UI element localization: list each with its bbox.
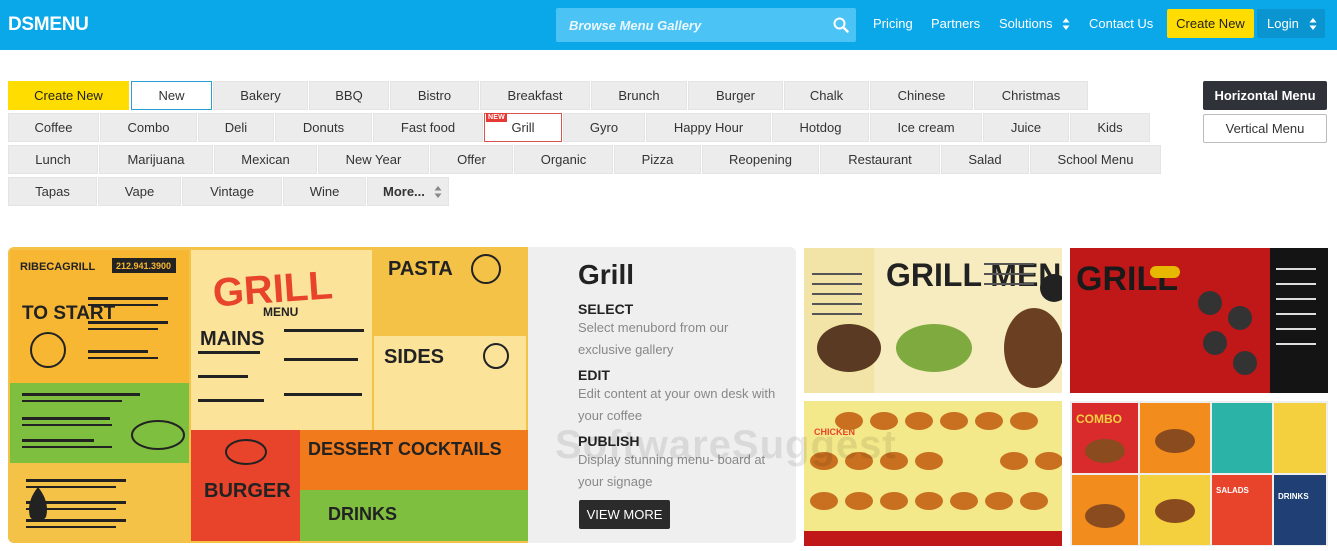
preview-mains: MAINS [200,328,264,350]
tag-mexican[interactable]: Mexican [214,145,317,174]
preview-dessert: DESSERT COCKTAILS [308,439,502,459]
tag-hotdog[interactable]: Hotdog [772,113,869,142]
step-edit-heading: EDIT [578,367,610,383]
tag-bistro[interactable]: Bistro [390,81,479,110]
feature-title: Grill [578,259,635,290]
tag-brunch[interactable]: Brunch [591,81,687,110]
gallery-thumb-grill-red[interactable]: GRILL [1070,248,1328,393]
tag-combo[interactable]: Combo [100,113,197,142]
tag-tapas[interactable]: Tapas [8,177,97,206]
nav-solutions[interactable]: Solutions [999,16,1070,32]
preview-to-start: TO START [22,303,116,324]
gallery-label-salads: SALADS [1216,486,1250,495]
logo[interactable]: DSMENU [8,14,89,36]
more-label: More... [383,184,425,199]
search-icon[interactable] [833,17,849,33]
tag-ice-cream[interactable]: Ice cream [870,113,982,142]
tag-grill-label: Grill [511,120,535,135]
new-badge: NEW [486,113,507,122]
step-publish-heading: PUBLISH [578,433,640,449]
tag-new-year[interactable]: New Year [318,145,429,174]
preview-restaurant-name: RIBECAGRILL [20,261,95,273]
gallery-thumb-burgers[interactable]: CHICKEN [804,401,1062,546]
view-more-button[interactable]: VIEW MORE [579,500,670,529]
tag-offer[interactable]: Offer [430,145,513,174]
more-dropdown[interactable]: More... [367,177,449,206]
tag-kids[interactable]: Kids [1070,113,1150,142]
tag-lunch[interactable]: Lunch [8,145,98,174]
tag-create-new[interactable]: Create New [8,81,129,110]
tag-organic[interactable]: Organic [514,145,613,174]
nav-solutions-label: Solutions [999,16,1053,31]
gallery-label-grill-red: GRILL [1076,260,1178,298]
tag-vape[interactable]: Vape [98,177,181,206]
gallery-label-grill-menu: GRILL MENU [886,257,1062,293]
login-label: Login [1267,16,1299,31]
tag-salad[interactable]: Salad [941,145,1029,174]
tag-restaurant[interactable]: Restaurant [820,145,940,174]
tag-burger[interactable]: Burger [688,81,783,110]
gallery-label-combo: COMBO [1076,412,1122,426]
preview-pasta: PASTA [388,258,453,280]
step-publish-text: Display stunning menu- board at your sig… [578,452,766,489]
top-navbar: DSMENU Pricing Partners Solutions Contac… [0,0,1337,50]
tag-marijuana[interactable]: Marijuana [99,145,213,174]
tag-chinese[interactable]: Chinese [870,81,973,110]
tag-deli[interactable]: Deli [198,113,274,142]
tag-christmas[interactable]: Christmas [974,81,1088,110]
gallery-thumb-grill-menu[interactable]: GRILL MENU [804,248,1062,393]
tag-chalk[interactable]: Chalk [784,81,869,110]
tag-donuts[interactable]: Donuts [275,113,372,142]
tag-bbq[interactable]: BBQ [309,81,389,110]
nav-contact[interactable]: Contact Us [1089,16,1153,31]
horizontal-menu-button[interactable]: Horizontal Menu [1203,81,1327,110]
tag-pizza[interactable]: Pizza [614,145,701,174]
featured-category-panel: RIBECAGRILL 212.941.3900 TO START GRILL … [8,247,796,543]
tag-bakery[interactable]: Bakery [213,81,308,110]
tag-grill[interactable]: NEW Grill [484,113,562,142]
sort-arrows-icon [1062,17,1070,30]
nav-pricing[interactable]: Pricing [873,16,913,31]
tag-reopening[interactable]: Reopening [702,145,819,174]
vertical-menu-button[interactable]: Vertical Menu [1203,114,1327,143]
step-edit-text: Edit content at your own desk with your … [578,386,776,423]
gallery-label-drinks: DRINKS [1278,492,1309,501]
preview-drinks: DRINKS [328,504,397,524]
tag-coffee[interactable]: Coffee [8,113,99,142]
preview-burger: BURGER [204,480,291,502]
preview-subtitle: MENU [263,305,298,319]
search-input[interactable] [556,8,826,42]
tag-happy-hour[interactable]: Happy Hour [646,113,771,142]
preview-sides: SIDES [384,346,444,368]
tag-wine[interactable]: Wine [283,177,366,206]
step-select-text: Select menubord from our exclusive galle… [578,320,729,357]
login-button[interactable]: Login [1257,9,1325,38]
tag-breakfast[interactable]: Breakfast [480,81,590,110]
tag-new[interactable]: New [131,81,212,110]
gallery-thumb-combo[interactable]: COMBO SALADS DRINKS [1070,401,1328,546]
grill-menu-preview-image[interactable]: RIBECAGRILL 212.941.3900 TO START GRILL … [8,247,528,543]
tag-gyro[interactable]: Gyro [563,113,645,142]
step-select-heading: SELECT [578,301,634,317]
sort-arrows-icon [1309,18,1317,30]
create-new-button[interactable]: Create New [1167,9,1254,38]
search-bar [556,8,856,42]
tag-school-menu[interactable]: School Menu [1030,145,1161,174]
tag-juice[interactable]: Juice [983,113,1069,142]
sort-arrows-icon [434,186,442,198]
tag-fast-food[interactable]: Fast food [373,113,483,142]
tag-vintage[interactable]: Vintage [182,177,282,206]
preview-phone: 212.941.3900 [116,261,171,271]
nav-partners[interactable]: Partners [931,16,980,31]
